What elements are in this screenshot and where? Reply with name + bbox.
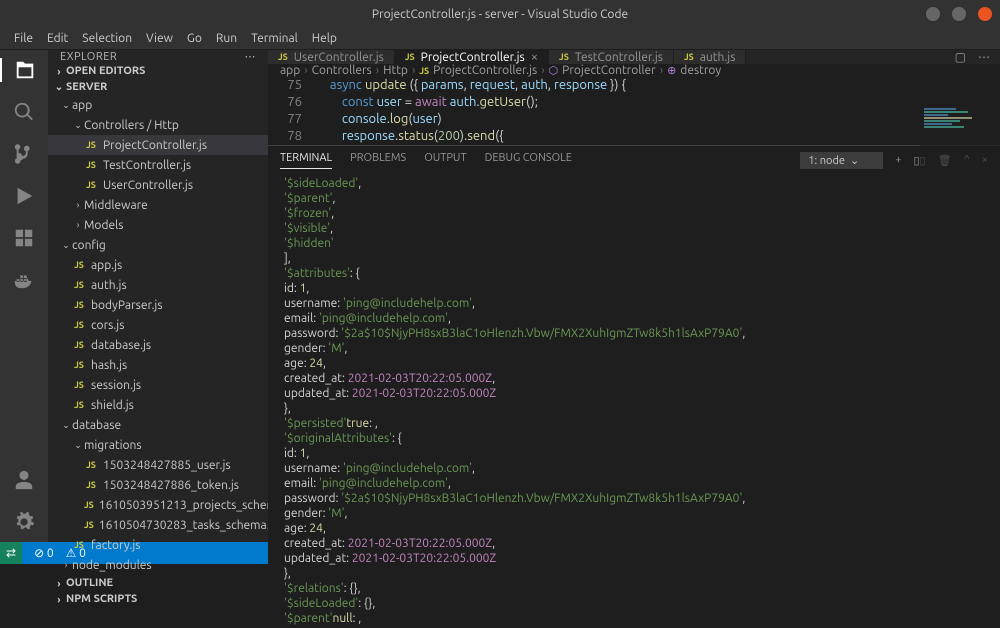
folder-middleware[interactable]: ›Middleware bbox=[48, 195, 268, 215]
file-migration-tasks[interactable]: JS1610504730283_tasks_schema.js bbox=[48, 515, 268, 535]
terminal-panel: TERMINAL PROBLEMS OUTPUT DEBUG CONSOLE 1… bbox=[268, 145, 1000, 628]
panel-tab-terminal[interactable]: TERMINAL bbox=[280, 152, 332, 169]
file-migration-user[interactable]: JS1503248427885_user.js bbox=[48, 455, 268, 475]
section-outline[interactable]: ›OUTLINE bbox=[48, 575, 268, 591]
editor-tabs: JSUserController.js JSProjectController.… bbox=[268, 50, 1000, 64]
folder-config[interactable]: ⌄config bbox=[48, 235, 268, 255]
file-database-js[interactable]: JSdatabase.js bbox=[48, 335, 268, 355]
file-shield-js[interactable]: JSshield.js bbox=[48, 395, 268, 415]
tab-test-controller[interactable]: JSTestController.js bbox=[549, 50, 674, 64]
status-warnings[interactable]: ⚠ 0 bbox=[66, 546, 86, 560]
activitybar bbox=[0, 50, 48, 542]
titlebar: ProjectController.js - server - Visual S… bbox=[0, 0, 1000, 28]
minimap[interactable] bbox=[920, 107, 1000, 177]
file-cors-js[interactable]: JScors.js bbox=[48, 315, 268, 335]
file-session-js[interactable]: JSsession.js bbox=[48, 375, 268, 395]
run-debug-icon[interactable] bbox=[12, 184, 36, 208]
account-icon[interactable] bbox=[12, 468, 36, 492]
window-title: ProjectController.js - server - Visual S… bbox=[0, 8, 1000, 21]
tab-project-controller[interactable]: JSProjectController.js× bbox=[395, 50, 549, 64]
folder-controllers-http[interactable]: ⌄Controllers / Http bbox=[48, 115, 268, 135]
source-control-icon[interactable] bbox=[12, 142, 36, 166]
panel-tab-output[interactable]: OUTPUT bbox=[424, 152, 466, 168]
search-icon[interactable] bbox=[12, 100, 36, 124]
menu-edit[interactable]: Edit bbox=[41, 30, 74, 47]
menu-run[interactable]: Run bbox=[210, 30, 243, 47]
remote-indicator[interactable]: ⇄ bbox=[0, 542, 22, 564]
file-migration-token[interactable]: JS1503248427886_token.js bbox=[48, 475, 268, 495]
file-app-js[interactable]: JSapp.js bbox=[48, 255, 268, 275]
file-hash-js[interactable]: JShash.js bbox=[48, 355, 268, 375]
section-npm-scripts[interactable]: ›NPM SCRIPTS bbox=[48, 591, 268, 607]
minimize-button[interactable] bbox=[926, 7, 940, 21]
section-server[interactable]: ⌄SERVER bbox=[48, 79, 268, 95]
menubar: File Edit Selection View Go Run Terminal… bbox=[0, 28, 1000, 50]
sidebar: EXPLORER ⋯ ›OPEN EDITORS ⌄SERVER ⌄app ⌄C… bbox=[48, 50, 268, 542]
more-actions-icon[interactable]: ⋯ bbox=[978, 50, 990, 64]
new-terminal-icon[interactable]: + bbox=[895, 154, 901, 166]
tab-user-controller[interactable]: JSUserController.js bbox=[268, 50, 395, 64]
status-errors[interactable]: ⊘ 0 bbox=[34, 546, 54, 560]
menu-view[interactable]: View bbox=[140, 30, 179, 47]
code-editor[interactable]: 75 async update ({ params, request, auth… bbox=[268, 77, 1000, 145]
file-bodyparser-js[interactable]: JSbodyParser.js bbox=[48, 295, 268, 315]
split-editor-icon[interactable]: ▢ bbox=[955, 50, 966, 64]
explorer-icon[interactable] bbox=[0, 58, 48, 82]
file-auth-js[interactable]: JSauth.js bbox=[48, 275, 268, 295]
menu-file[interactable]: File bbox=[8, 30, 39, 47]
sidebar-more-icon[interactable]: ⋯ bbox=[245, 50, 257, 63]
file-test-controller[interactable]: JSTestController.js bbox=[48, 155, 268, 175]
file-migration-projects[interactable]: JS1610503951213_projects_schema.js bbox=[48, 495, 268, 515]
menu-terminal[interactable]: Terminal bbox=[245, 30, 304, 47]
folder-app[interactable]: ⌄app bbox=[48, 95, 268, 115]
docker-icon[interactable] bbox=[12, 268, 36, 292]
panel-tab-problems[interactable]: PROBLEMS bbox=[350, 152, 406, 168]
terminal-output[interactable]: '$sideLoaded', '$parent', '$frozen', '$v… bbox=[268, 174, 1000, 628]
file-project-controller[interactable]: JSProjectController.js bbox=[48, 135, 268, 155]
folder-database[interactable]: ⌄database bbox=[48, 415, 268, 435]
maximize-button[interactable] bbox=[952, 7, 966, 21]
file-user-controller[interactable]: JSUserController.js bbox=[48, 175, 268, 195]
extensions-icon[interactable] bbox=[12, 226, 36, 250]
tab-auth-js[interactable]: JSauth.js bbox=[674, 50, 746, 64]
panel-tab-debug-console[interactable]: DEBUG CONSOLE bbox=[485, 152, 572, 168]
close-button[interactable] bbox=[978, 7, 992, 21]
section-open-editors[interactable]: ›OPEN EDITORS bbox=[48, 63, 268, 79]
menu-selection[interactable]: Selection bbox=[76, 30, 138, 47]
folder-models[interactable]: ›Models bbox=[48, 215, 268, 235]
editor: JSUserController.js JSProjectController.… bbox=[268, 50, 1000, 542]
sidebar-title: EXPLORER bbox=[60, 51, 117, 63]
terminal-selector[interactable]: 1: node ⌄ bbox=[800, 152, 883, 169]
settings-icon[interactable] bbox=[12, 510, 36, 534]
menu-go[interactable]: Go bbox=[181, 30, 208, 47]
breadcrumbs[interactable]: app› Controllers› Http› JSProjectControl… bbox=[268, 64, 1000, 77]
menu-help[interactable]: Help bbox=[306, 30, 343, 47]
folder-migrations[interactable]: ⌄migrations bbox=[48, 435, 268, 455]
close-icon[interactable]: × bbox=[531, 50, 538, 64]
